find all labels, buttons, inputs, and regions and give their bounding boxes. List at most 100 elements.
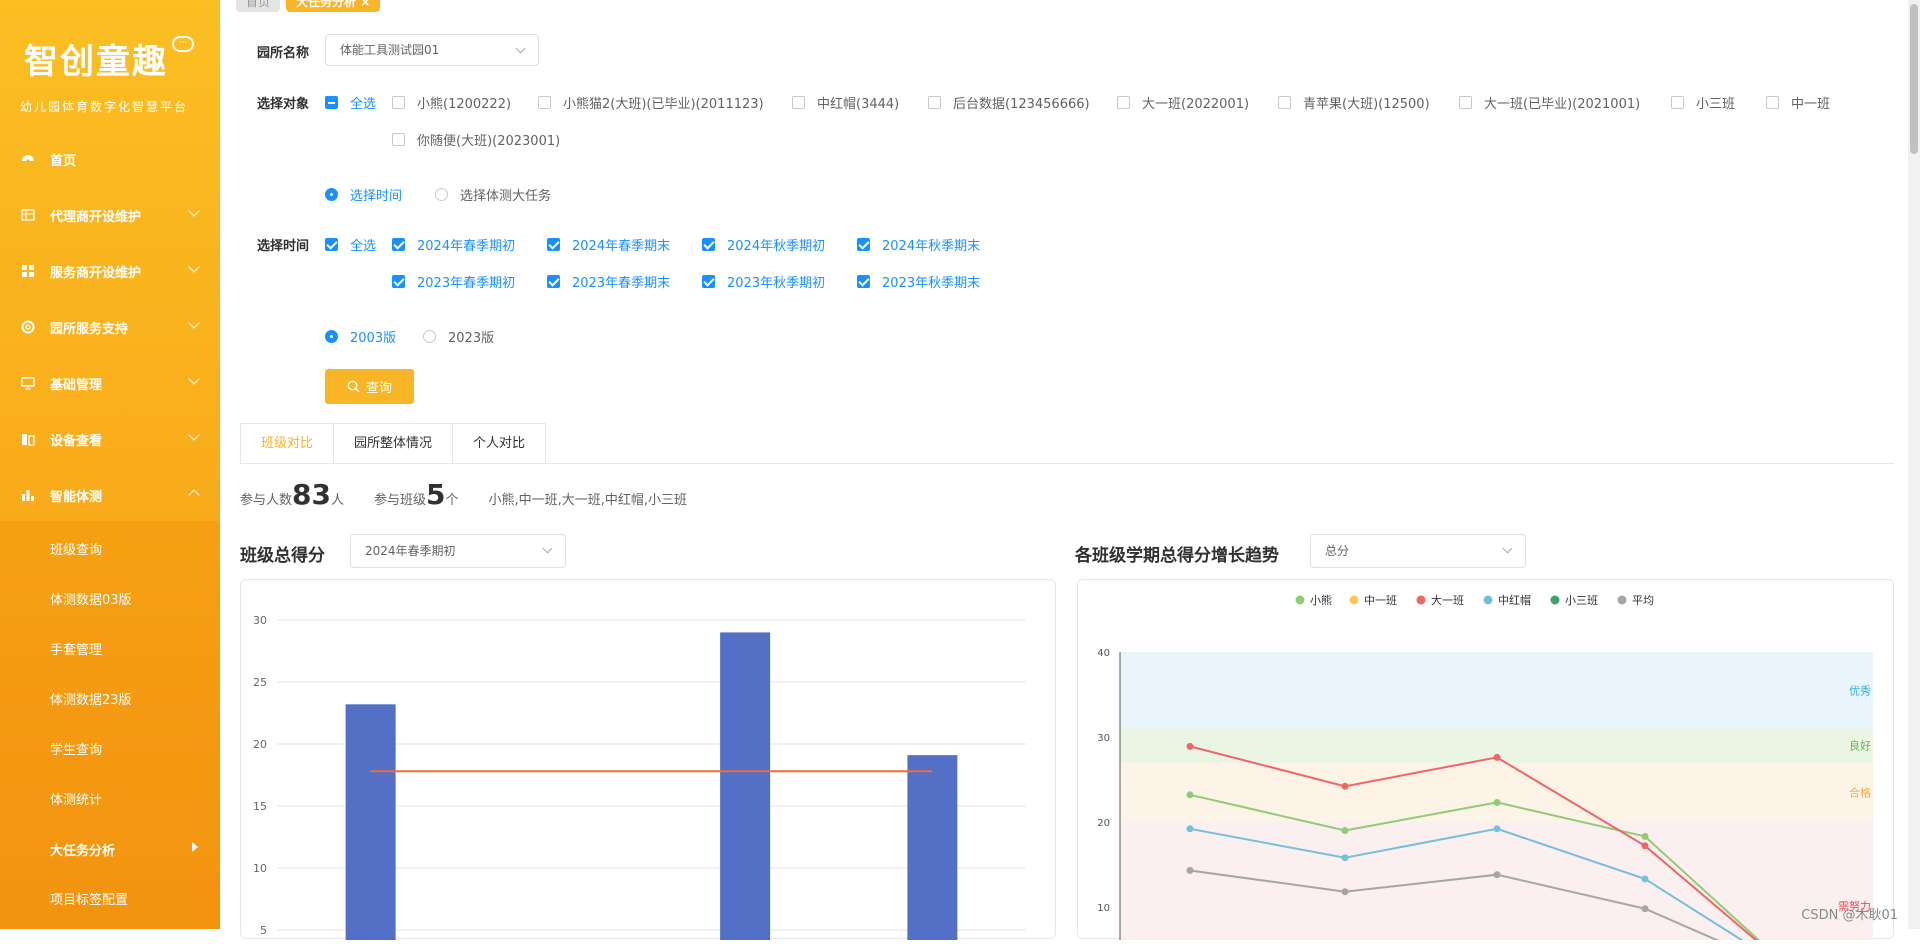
sidebar-item-provider[interactable]: 服务商开设维护: [0, 249, 220, 293]
checkbox-label: 2024年秋季期末: [882, 235, 980, 254]
scrollbar[interactable]: [1908, 0, 1920, 929]
target-checkbox[interactable]: 后台数据(123456666): [928, 93, 1090, 112]
submenu-item-class-query[interactable]: 班级查询: [50, 539, 102, 558]
data-point: [1342, 783, 1349, 790]
version-radio-2003[interactable]: 2003版: [325, 327, 396, 346]
submenu-item-glove[interactable]: 手套管理: [50, 639, 102, 658]
time-select-all[interactable]: 全选: [325, 235, 376, 254]
time-checkbox[interactable]: 2023年春季期初: [392, 272, 515, 291]
y-tick-label: 5: [260, 924, 267, 937]
target-checkbox[interactable]: 大一班(已毕业)(2021001): [1459, 93, 1640, 112]
data-point: [1642, 905, 1649, 912]
target-checkbox[interactable]: 大一班(2022001): [1117, 93, 1249, 112]
metric-select[interactable]: 总分: [1310, 534, 1526, 568]
tag-home[interactable]: 首页: [236, 0, 280, 12]
time-checkbox[interactable]: 2024年春季期末: [547, 235, 670, 254]
semester-select[interactable]: 2024年春季期初: [350, 534, 566, 568]
tag-task-analysis[interactable]: 大任务分析 ×: [286, 0, 380, 12]
semester-select-value: 2024年春季期初: [365, 544, 456, 558]
submenu-item-data03[interactable]: 体测数据03版: [50, 589, 132, 608]
submenu-item-student-query[interactable]: 学生查询: [50, 739, 102, 758]
target-checkbox[interactable]: 中红帽(3444): [792, 93, 899, 112]
sidebar-item-support[interactable]: 园所服务支持: [0, 305, 220, 349]
version-radio-2023[interactable]: 2023版: [423, 327, 494, 346]
tabs: 班级对比 园所整体情况 个人对比: [240, 423, 546, 464]
dashboard-icon: [20, 151, 36, 167]
lifebuoy-icon: [20, 319, 36, 335]
target-checkbox[interactable]: 中一班: [1766, 93, 1830, 112]
submenu-item-data23[interactable]: 体测数据23版: [50, 689, 132, 708]
school-select[interactable]: 体能工具测试园01: [325, 34, 539, 66]
target-checkbox[interactable]: 小三班: [1671, 93, 1735, 112]
radio-label: 2023版: [448, 327, 494, 346]
time-checkbox[interactable]: 2023年春季期末: [547, 272, 670, 291]
data-point: [1187, 743, 1194, 750]
metric-select-value: 总分: [1325, 544, 1349, 558]
checkbox-label: 2023年秋季期初: [727, 272, 825, 291]
target-checkbox[interactable]: 青苹果(大班)(12500): [1278, 93, 1430, 112]
left-chart-title: 班级总得分: [240, 541, 325, 566]
time-checkbox[interactable]: 2024年秋季期初: [702, 235, 825, 254]
submenu-item-task-analysis[interactable]: 大任务分析: [50, 840, 115, 859]
target-select-all[interactable]: 全选: [325, 93, 376, 112]
time-checkbox[interactable]: 2024年秋季期末: [857, 235, 980, 254]
classes-unit: 个: [446, 489, 459, 508]
band: [1120, 652, 1873, 729]
sidebar-item-label: 基础管理: [50, 374, 102, 393]
data-point: [1494, 799, 1501, 806]
sidebar-item-label: 首页: [50, 150, 76, 169]
right-chart-title: 各班级学期总得分增长趋势: [1075, 541, 1279, 566]
sidebar-item-home[interactable]: 首页: [0, 137, 220, 181]
target-checkbox[interactable]: 小熊猫2(大班)(已毕业)(2011123): [538, 93, 764, 112]
radio-label: 2003版: [350, 327, 396, 346]
y-tick-label: 25: [253, 676, 267, 689]
right-chart-card: 优秀良好合格需努力10203040小熊中一班大一班中红帽小三班平均: [1077, 579, 1894, 939]
scrollbar-thumb[interactable]: [1910, 4, 1918, 154]
tab-school-overview[interactable]: 园所整体情况: [334, 423, 453, 464]
sidebar-item-basic[interactable]: 基础管理: [0, 361, 220, 405]
submenu-item-tag-config[interactable]: 项目标签配置: [50, 889, 128, 908]
sidebar-item-label: 智能体测: [50, 486, 102, 505]
time-checkbox[interactable]: 2023年秋季期初: [702, 272, 825, 291]
bar-chart-icon: [20, 487, 36, 503]
legend-marker: [1417, 596, 1426, 605]
checkbox-label: 青苹果(大班)(12500): [1303, 93, 1430, 112]
target-checkbox[interactable]: 你随便(大班)(2023001): [392, 130, 560, 149]
submenu-item-stats[interactable]: 体测统计: [50, 789, 102, 808]
data-point: [1494, 825, 1501, 832]
y-tick-label: 20: [1097, 818, 1110, 829]
mode-radio-time[interactable]: 选择时间: [325, 185, 402, 204]
tags-view: 首页 大任务分析 ×: [236, 0, 380, 12]
sidebar-item-label: 代理商开设维护: [50, 206, 141, 225]
y-tick-label: 20: [253, 738, 267, 751]
tab-individual-compare[interactable]: 个人对比: [453, 423, 546, 464]
data-point: [1642, 875, 1649, 882]
chevron-down-icon: [516, 44, 526, 54]
bar: [907, 755, 957, 940]
chevron-down-icon: [188, 317, 199, 328]
sidebar-item-smart-test[interactable]: 智能体测: [0, 473, 220, 517]
tab-class-compare[interactable]: 班级对比: [240, 423, 334, 464]
participants-unit: 人: [331, 489, 344, 508]
radio-label: 选择时间: [350, 185, 402, 204]
time-label: 选择时间: [257, 235, 309, 254]
sidebar-item-agent[interactable]: 代理商开设维护: [0, 193, 220, 237]
time-checkbox[interactable]: 2024年春季期初: [392, 235, 515, 254]
sidebar-item-label: 设备查看: [50, 430, 102, 449]
checkbox-label: 全选: [350, 235, 376, 254]
radio-label: 选择体测大任务: [460, 185, 551, 204]
legend-label: 平均: [1632, 594, 1654, 607]
checkbox-label: 大一班(已毕业)(2021001): [1484, 93, 1640, 112]
school-label: 园所名称: [257, 42, 309, 61]
close-icon[interactable]: ×: [360, 0, 370, 9]
mode-radio-task[interactable]: 选择体测大任务: [435, 185, 551, 204]
chevron-down-icon: [188, 373, 199, 384]
legend-label: 中红帽: [1498, 594, 1531, 607]
time-checkbox[interactable]: 2023年秋季期末: [857, 272, 980, 291]
target-checkbox[interactable]: 小熊(1200222): [392, 93, 511, 112]
sidebar-item-device[interactable]: 设备查看: [0, 417, 220, 461]
bar: [346, 704, 396, 940]
participants-label: 参与人数: [240, 489, 292, 508]
y-tick-label: 30: [1097, 733, 1110, 744]
query-button[interactable]: 查询: [325, 369, 414, 404]
